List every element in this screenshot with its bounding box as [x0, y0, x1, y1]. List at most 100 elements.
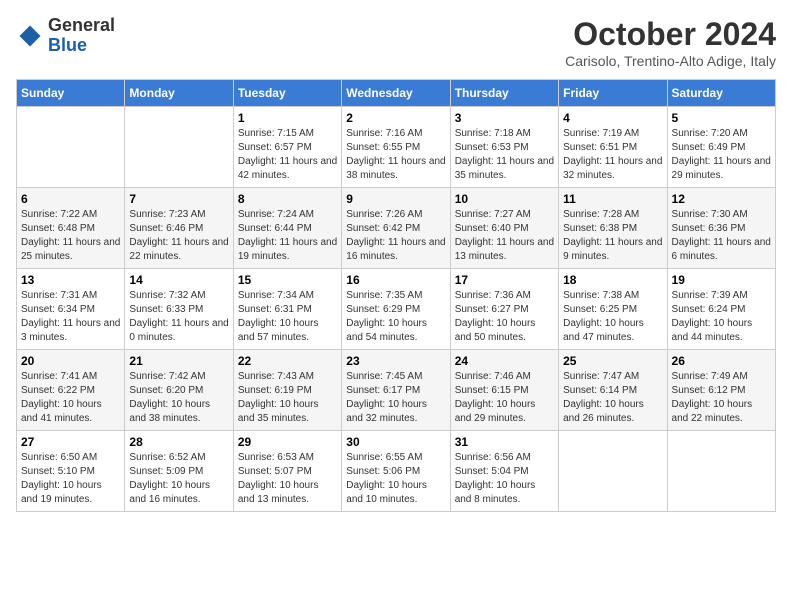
- calendar-cell: [667, 431, 775, 512]
- day-info: Sunrise: 7:36 AM Sunset: 6:27 PM Dayligh…: [455, 289, 554, 345]
- day-number: 22: [238, 354, 337, 368]
- day-info: Sunrise: 7:47 AM Sunset: 6:14 PM Dayligh…: [563, 370, 662, 426]
- logo-general-text: General: [48, 15, 115, 35]
- calendar-cell: 25 Sunrise: 7:47 AM Sunset: 6:14 PM Dayli…: [559, 350, 667, 431]
- day-number: 25: [563, 354, 662, 368]
- day-info: Sunrise: 7:32 AM Sunset: 6:33 PM Dayligh…: [129, 289, 228, 345]
- day-number: 5: [672, 111, 771, 125]
- day-number: 2: [346, 111, 445, 125]
- calendar-cell: 1 Sunrise: 7:15 AM Sunset: 6:57 PM Daylig…: [233, 107, 341, 188]
- day-number: 30: [346, 435, 445, 449]
- day-number: 3: [455, 111, 554, 125]
- calendar-cell: 16Sunrise: 7:35 AM Sunset: 6:29 PM Dayli…: [342, 269, 450, 350]
- day-number: 9: [346, 192, 445, 206]
- week-row-3: 13Sunrise: 7:31 AM Sunset: 6:34 PM Dayli…: [17, 269, 776, 350]
- day-info: Sunrise: 7:19 AM Sunset: 6:51 PM Dayligh…: [563, 127, 662, 183]
- calendar-cell: 7Sunrise: 7:23 AM Sunset: 6:46 PM Daylig…: [125, 188, 233, 269]
- day-info: Sunrise: 7:41 AM Sunset: 6:22 PM Dayligh…: [21, 370, 120, 426]
- calendar-cell: 18 Sunrise: 7:38 AM Sunset: 6:25 PM Dayli…: [559, 269, 667, 350]
- calendar-cell: 26Sunrise: 7:49 AM Sunset: 6:12 PM Dayli…: [667, 350, 775, 431]
- logo-icon: [16, 22, 44, 50]
- calendar-cell: 11Sunrise: 7:28 AM Sunset: 6:38 PM Dayli…: [559, 188, 667, 269]
- calendar-cell: [559, 431, 667, 512]
- day-info: Sunrise: 7:39 AM Sunset: 6:24 PM Dayligh…: [672, 289, 771, 345]
- day-info: Sunrise: 7:46 AM Sunset: 6:15 PM Dayligh…: [455, 370, 554, 426]
- calendar-cell: 21 Sunrise: 7:42 AM Sunset: 6:20 PM Dayli…: [125, 350, 233, 431]
- calendar-cell: [125, 107, 233, 188]
- column-header-thursday: Thursday: [450, 80, 558, 107]
- calendar-cell: 5 Sunrise: 7:20 AM Sunset: 6:49 PM Daylig…: [667, 107, 775, 188]
- day-number: 28: [129, 435, 228, 449]
- calendar-cell: 2 Sunrise: 7:16 AM Sunset: 6:55 PM Daylig…: [342, 107, 450, 188]
- calendar-cell: 13Sunrise: 7:31 AM Sunset: 6:34 PM Dayli…: [17, 269, 125, 350]
- day-number: 17: [455, 273, 554, 287]
- day-number: 1: [238, 111, 337, 125]
- day-info: Sunrise: 7:16 AM Sunset: 6:55 PM Dayligh…: [346, 127, 445, 183]
- page-header: General Blue October 2024 Carisolo, Tren…: [16, 16, 776, 69]
- day-info: Sunrise: 7:27 AM Sunset: 6:40 PM Dayligh…: [455, 208, 554, 264]
- day-number: 31: [455, 435, 554, 449]
- calendar-subtitle: Carisolo, Trentino-Alto Adige, Italy: [565, 53, 776, 69]
- day-info: Sunrise: 7:34 AM Sunset: 6:31 PM Dayligh…: [238, 289, 337, 345]
- week-row-1: 1 Sunrise: 7:15 AM Sunset: 6:57 PM Daylig…: [17, 107, 776, 188]
- day-number: 26: [672, 354, 771, 368]
- calendar-cell: 14 Sunrise: 7:32 AM Sunset: 6:33 PM Dayli…: [125, 269, 233, 350]
- calendar-cell: 31 Sunrise: 6:56 AM Sunset: 5:04 PM Dayli…: [450, 431, 558, 512]
- day-number: 21: [129, 354, 228, 368]
- title-block: October 2024 Carisolo, Trentino-Alto Adi…: [565, 16, 776, 69]
- day-info: Sunrise: 6:56 AM Sunset: 5:04 PM Dayligh…: [455, 451, 554, 507]
- day-info: Sunrise: 7:26 AM Sunset: 6:42 PM Dayligh…: [346, 208, 445, 264]
- day-info: Sunrise: 6:50 AM Sunset: 5:10 PM Dayligh…: [21, 451, 120, 507]
- day-info: Sunrise: 7:22 AM Sunset: 6:48 PM Dayligh…: [21, 208, 120, 264]
- calendar-table: SundayMondayTuesdayWednesdayThursdayFrid…: [16, 79, 776, 512]
- day-info: Sunrise: 7:28 AM Sunset: 6:38 PM Dayligh…: [563, 208, 662, 264]
- day-info: Sunrise: 6:53 AM Sunset: 5:07 PM Dayligh…: [238, 451, 337, 507]
- day-number: 15: [238, 273, 337, 287]
- day-number: 8: [238, 192, 337, 206]
- week-row-5: 27 Sunrise: 6:50 AM Sunset: 5:10 PM Dayli…: [17, 431, 776, 512]
- day-number: 6: [21, 192, 120, 206]
- calendar-cell: 4 Sunrise: 7:19 AM Sunset: 6:51 PM Daylig…: [559, 107, 667, 188]
- day-number: 19: [672, 273, 771, 287]
- day-number: 4: [563, 111, 662, 125]
- calendar-cell: 19 Sunrise: 7:39 AM Sunset: 6:24 PM Dayli…: [667, 269, 775, 350]
- day-info: Sunrise: 7:45 AM Sunset: 6:17 PM Dayligh…: [346, 370, 445, 426]
- day-info: Sunrise: 7:35 AM Sunset: 6:29 PM Dayligh…: [346, 289, 445, 345]
- calendar-cell: 9 Sunrise: 7:26 AM Sunset: 6:42 PM Daylig…: [342, 188, 450, 269]
- calendar-cell: 20 Sunrise: 7:41 AM Sunset: 6:22 PM Dayli…: [17, 350, 125, 431]
- day-info: Sunrise: 7:42 AM Sunset: 6:20 PM Dayligh…: [129, 370, 228, 426]
- day-number: 12: [672, 192, 771, 206]
- day-info: Sunrise: 7:15 AM Sunset: 6:57 PM Dayligh…: [238, 127, 337, 183]
- day-number: 24: [455, 354, 554, 368]
- day-number: 27: [21, 435, 120, 449]
- day-number: 10: [455, 192, 554, 206]
- day-number: 20: [21, 354, 120, 368]
- day-number: 23: [346, 354, 445, 368]
- day-info: Sunrise: 7:20 AM Sunset: 6:49 PM Dayligh…: [672, 127, 771, 183]
- calendar-cell: 28 Sunrise: 6:52 AM Sunset: 5:09 PM Dayli…: [125, 431, 233, 512]
- day-number: 29: [238, 435, 337, 449]
- calendar-cell: 23 Sunrise: 7:45 AM Sunset: 6:17 PM Dayli…: [342, 350, 450, 431]
- calendar-cell: 27 Sunrise: 6:50 AM Sunset: 5:10 PM Dayli…: [17, 431, 125, 512]
- calendar-cell: 8 Sunrise: 7:24 AM Sunset: 6:44 PM Daylig…: [233, 188, 341, 269]
- day-info: Sunrise: 7:31 AM Sunset: 6:34 PM Dayligh…: [21, 289, 120, 345]
- calendar-cell: [17, 107, 125, 188]
- day-info: Sunrise: 7:24 AM Sunset: 6:44 PM Dayligh…: [238, 208, 337, 264]
- logo-blue-text: Blue: [48, 35, 87, 55]
- day-info: Sunrise: 7:38 AM Sunset: 6:25 PM Dayligh…: [563, 289, 662, 345]
- column-header-saturday: Saturday: [667, 80, 775, 107]
- week-row-2: 6 Sunrise: 7:22 AM Sunset: 6:48 PM Daylig…: [17, 188, 776, 269]
- day-number: 18: [563, 273, 662, 287]
- column-header-friday: Friday: [559, 80, 667, 107]
- day-info: Sunrise: 7:18 AM Sunset: 6:53 PM Dayligh…: [455, 127, 554, 183]
- day-info: Sunrise: 6:55 AM Sunset: 5:06 PM Dayligh…: [346, 451, 445, 507]
- day-info: Sunrise: 7:43 AM Sunset: 6:19 PM Dayligh…: [238, 370, 337, 426]
- column-header-wednesday: Wednesday: [342, 80, 450, 107]
- calendar-cell: 30 Sunrise: 6:55 AM Sunset: 5:06 PM Dayli…: [342, 431, 450, 512]
- day-info: Sunrise: 6:52 AM Sunset: 5:09 PM Dayligh…: [129, 451, 228, 507]
- column-header-sunday: Sunday: [17, 80, 125, 107]
- calendar-cell: 29 Sunrise: 6:53 AM Sunset: 5:07 PM Dayli…: [233, 431, 341, 512]
- day-number: 14: [129, 273, 228, 287]
- day-info: Sunrise: 7:30 AM Sunset: 6:36 PM Dayligh…: [672, 208, 771, 264]
- calendar-cell: 22 Sunrise: 7:43 AM Sunset: 6:19 PM Dayli…: [233, 350, 341, 431]
